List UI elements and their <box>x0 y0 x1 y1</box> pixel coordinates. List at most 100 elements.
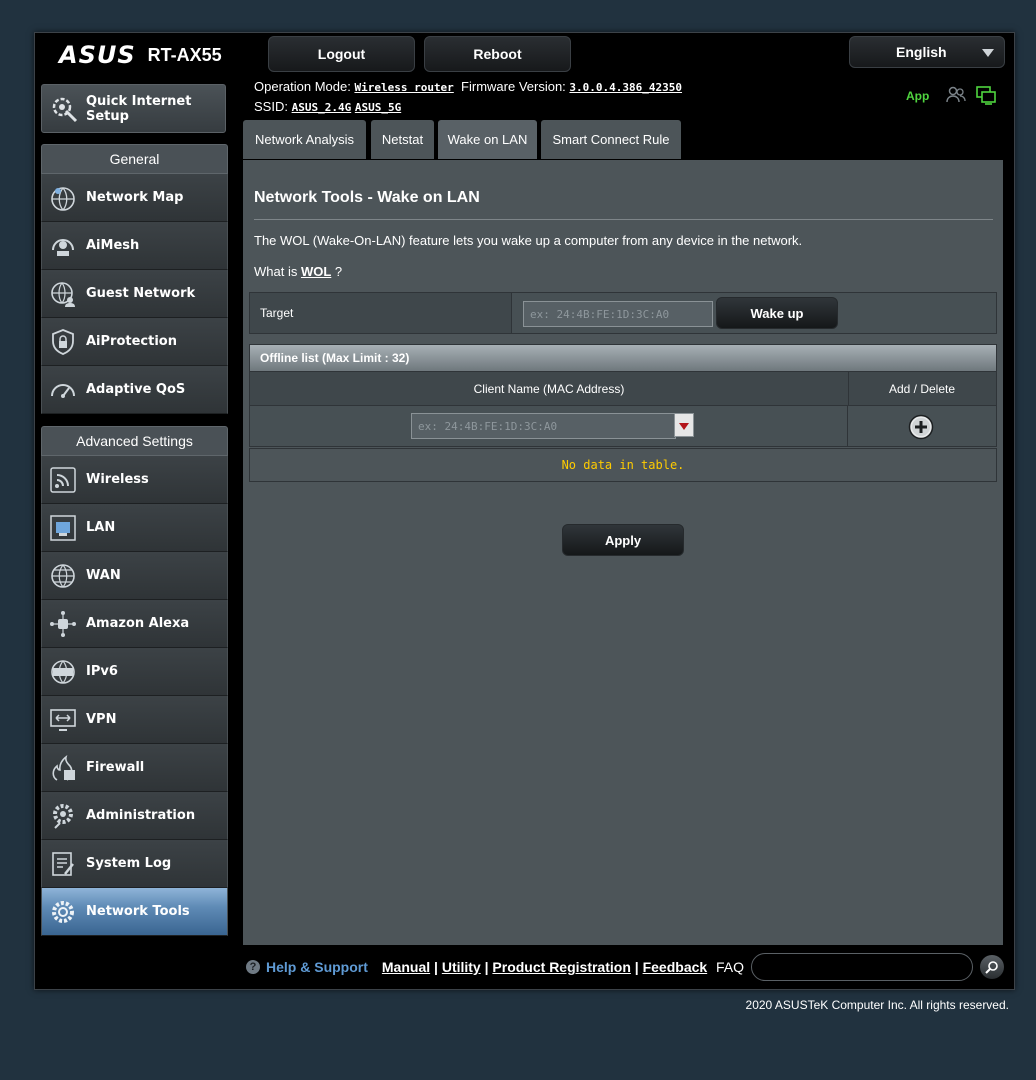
chevron-down-icon <box>982 49 994 57</box>
client-dropdown-button[interactable] <box>674 413 694 437</box>
sidebar-item-label: Network Tools <box>86 904 190 919</box>
separator: | <box>434 959 438 975</box>
tab-wake-on-lan[interactable]: Wake on LAN <box>438 120 537 159</box>
sidebar-item-label: Network Map <box>86 190 184 205</box>
operation-mode-link[interactable]: Wireless router <box>354 81 453 94</box>
globe-icon <box>51 563 75 588</box>
sidebar-item-label: Administration <box>86 808 196 823</box>
network-tools-icon <box>52 900 74 923</box>
sidebar-item-vpn[interactable]: VPN <box>41 696 228 744</box>
search-icon <box>985 961 998 974</box>
sidebar-item-administration[interactable]: Administration <box>41 792 228 840</box>
quick-setup-label: Quick Internet Setup <box>86 93 192 124</box>
sidebar-item-label: WAN <box>86 568 121 583</box>
app-link[interactable]: App <box>906 89 929 103</box>
network-status-icon[interactable] <box>976 85 996 105</box>
help-support[interactable]: ? Help & Support <box>246 959 368 975</box>
wireless-icon <box>50 466 76 493</box>
offline-list-input-row <box>249 406 997 447</box>
column-divider <box>847 406 848 446</box>
offline-list-header: Offline list (Max Limit : 32) <box>249 344 997 372</box>
router-admin-window: ASUS RT-AX55 Logout Reboot English Opera… <box>34 32 1015 990</box>
ssid-link-2g[interactable]: ASUS_2.4G <box>292 101 352 114</box>
brand-name: ASUS <box>59 41 136 69</box>
sidebar-item-network-tools[interactable]: Network Tools <box>41 888 228 936</box>
advanced-header: Advanced Settings <box>41 426 228 456</box>
target-mac-input[interactable] <box>523 301 713 327</box>
title-divider <box>254 219 993 220</box>
sidebar-item-label: Firewall <box>86 760 145 775</box>
quick-internet-setup-button[interactable]: Quick Internet Setup <box>41 84 226 133</box>
sidebar-item-firewall[interactable]: Firewall <box>41 744 228 792</box>
firewall-icon <box>52 754 75 781</box>
sidebar-item-label: System Log <box>86 856 172 871</box>
copyright: 2020 ASUSTeK Computer Inc. All rights re… <box>745 998 1009 1012</box>
wake-up-button[interactable]: Wake up <box>716 297 838 329</box>
tab-smart-connect-rule[interactable]: Smart Connect Rule <box>541 120 681 159</box>
feedback-link[interactable]: Feedback <box>643 959 708 975</box>
sidebar-item-label: Amazon Alexa <box>86 616 190 631</box>
sidebar-item-label: VPN <box>86 712 117 727</box>
add-delete-column-header: Add / Delete <box>888 381 956 396</box>
tab-network-analysis[interactable]: Network Analysis <box>243 120 366 159</box>
guest-network-icon <box>51 281 75 307</box>
operation-mode-label: Operation Mode: <box>254 79 351 94</box>
client-mac-input[interactable] <box>411 413 676 439</box>
wol-help-link[interactable]: WOL <box>301 264 331 279</box>
what-is-prefix: What is <box>254 264 298 279</box>
users-icon[interactable] <box>946 85 966 105</box>
separator: | <box>484 959 489 975</box>
language-select[interactable]: English <box>849 36 1005 68</box>
status-info: Operation Mode: Wireless router Firmware… <box>254 77 682 117</box>
sidebar-item-wireless[interactable]: Wireless <box>41 456 228 504</box>
apply-button[interactable]: Apply <box>562 524 684 556</box>
sidebar-item-label: AiProtection <box>86 334 177 349</box>
faq-search-input[interactable] <box>751 953 973 981</box>
shield-icon <box>52 328 74 355</box>
model-name: RT-AX55 <box>147 44 222 65</box>
ipv6-icon <box>51 659 75 684</box>
system-log-icon <box>52 851 74 876</box>
sidebar-item-adaptive-qos[interactable]: Adaptive QoS <box>41 366 228 414</box>
general-nav: General Network Map AiMesh Guest Network… <box>41 144 228 414</box>
logout-button[interactable]: Logout <box>268 36 415 72</box>
sidebar-item-wan[interactable]: WAN <box>41 552 228 600</box>
sidebar-item-label: Wireless <box>86 472 149 487</box>
sidebar-item-network-map[interactable]: Network Map <box>41 174 228 222</box>
alexa-icon <box>50 610 76 637</box>
sidebar-item-label: Adaptive QoS <box>86 382 186 397</box>
lan-icon <box>50 514 76 541</box>
reboot-button[interactable]: Reboot <box>424 36 571 72</box>
footer-link-group: Manual | Utility | Product Registration … <box>382 959 707 975</box>
network-map-icon <box>51 186 75 211</box>
offline-list-columns: Client Name (MAC Address) Add / Delete <box>249 372 997 406</box>
quick-setup-icon <box>52 97 78 122</box>
help-support-label: Help & Support <box>266 959 368 975</box>
add-icon[interactable] <box>908 414 934 440</box>
sidebar-item-guest-network[interactable]: Guest Network <box>41 270 228 318</box>
footer-links: ? Help & Support Manual | Utility | Prod… <box>246 959 707 975</box>
sidebar-item-lan[interactable]: LAN <box>41 504 228 552</box>
sidebar-item-aimesh[interactable]: AiMesh <box>41 222 228 270</box>
sidebar-item-label: IPv6 <box>86 664 118 679</box>
faq-search-button[interactable] <box>980 955 1004 979</box>
what-is-suffix: ? <box>334 264 343 279</box>
utility-link[interactable]: Utility <box>442 959 481 975</box>
gear-icon <box>53 803 73 829</box>
no-data-message: No data in table. <box>249 448 997 482</box>
gauge-icon <box>51 383 75 398</box>
language-value: English <box>896 44 947 60</box>
question-icon: ? <box>246 960 260 974</box>
asus-logo: ASUS RT-AX55 <box>59 41 222 69</box>
manual-link[interactable]: Manual <box>382 959 430 975</box>
sidebar-item-system-log[interactable]: System Log <box>41 840 228 888</box>
firmware-link[interactable]: 3.0.0.4.386_42350 <box>569 81 682 94</box>
product-registration-link[interactable]: Product Registration <box>492 959 630 975</box>
sidebar-item-ipv6[interactable]: IPv6 <box>41 648 228 696</box>
sidebar-item-aiprotection[interactable]: AiProtection <box>41 318 228 366</box>
tab-netstat[interactable]: Netstat <box>371 120 434 159</box>
main-panel: Network Tools - Wake on LAN The WOL (Wak… <box>243 160 1003 945</box>
sidebar-item-label: LAN <box>86 520 116 535</box>
sidebar-item-amazon-alexa[interactable]: Amazon Alexa <box>41 600 228 648</box>
ssid-link-5g[interactable]: ASUS_5G <box>355 101 401 114</box>
